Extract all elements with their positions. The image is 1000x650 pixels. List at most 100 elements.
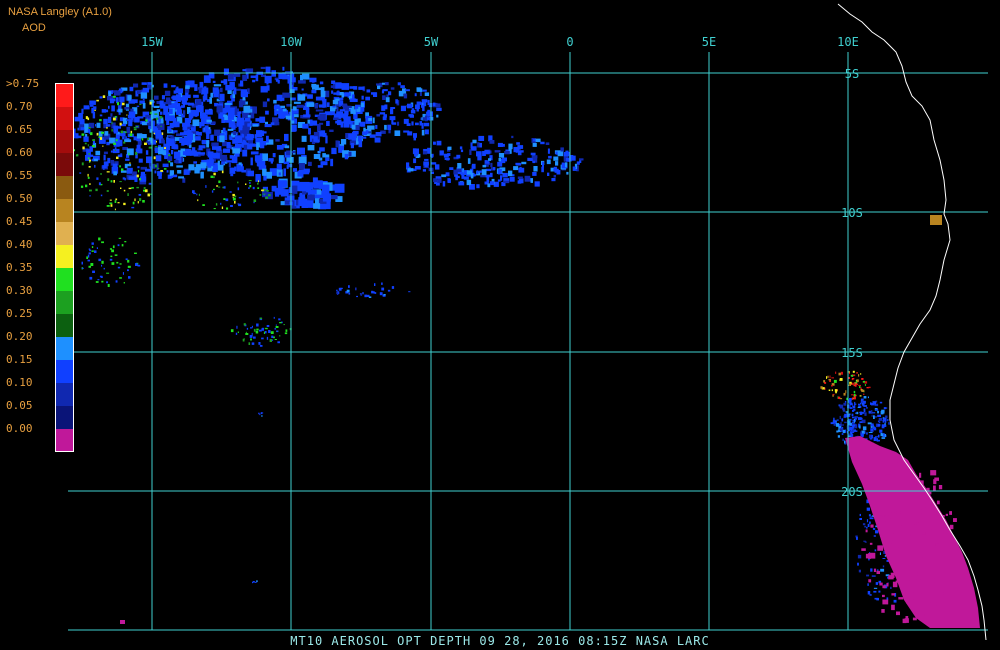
aod-pixel (852, 409, 855, 412)
aod-pixel (277, 79, 280, 84)
latitude-label: 5S (845, 67, 859, 81)
aod-pixel (237, 331, 239, 333)
aod-pixel (283, 324, 285, 326)
aod-pixel (839, 428, 844, 432)
aod-pixel (909, 590, 914, 593)
aod-pixel (576, 161, 580, 165)
aod-pixel (253, 199, 257, 202)
aod-pixel (515, 149, 518, 153)
aod-pixel (866, 526, 868, 529)
aod-pixel (862, 412, 865, 414)
aod-pixel (341, 104, 348, 107)
aod-pixel (91, 242, 94, 245)
aod-pixel (279, 335, 281, 337)
aod-pixel (298, 80, 306, 84)
aod-pixel (129, 86, 134, 92)
aod-pixel (442, 181, 446, 187)
aod-pixel (320, 90, 326, 98)
aod-pixel (103, 118, 108, 125)
aod-pixel (119, 165, 121, 168)
aod-pixel (279, 322, 282, 324)
aod-pixel (155, 155, 162, 162)
aod-pixel (335, 82, 342, 89)
aod-pixel (217, 186, 221, 188)
aod-pixel (141, 82, 147, 85)
aod-pixel (203, 75, 211, 83)
aod-pixel (223, 198, 226, 200)
aod-pixel (101, 131, 104, 134)
aod-pixel (122, 136, 125, 140)
aod-pixel (383, 114, 387, 118)
aod-pixel (890, 586, 892, 589)
aod-pixel (242, 74, 248, 81)
aod-pixel (890, 469, 896, 476)
aod-pixel (183, 110, 186, 116)
aod-pixel (265, 328, 268, 330)
aod-pixel (360, 121, 366, 127)
aod-pixel (96, 122, 101, 128)
aod-pixel (114, 254, 118, 256)
aod-pixel (278, 113, 285, 118)
aod-pixel (248, 180, 252, 182)
aod-pixel (264, 331, 267, 334)
aod-pixel (374, 292, 377, 294)
aod-pixel (260, 66, 266, 69)
aod-pixel (336, 292, 339, 295)
aod-pixel (268, 194, 271, 197)
aod-pixel (195, 164, 201, 171)
aod-pixel (238, 197, 242, 199)
aod-pixel (247, 172, 250, 174)
aod-pixel (415, 104, 420, 110)
aod-pixel (855, 416, 858, 419)
aod-pixel (111, 129, 113, 132)
aod-pixel (160, 170, 163, 172)
aod-pixel (245, 68, 254, 73)
aod-pixel (213, 208, 216, 210)
aod-pixel (86, 256, 88, 259)
aod-pixel (127, 269, 129, 272)
aod-pixel (547, 148, 550, 154)
aod-pixel (139, 103, 142, 105)
aod-pixel (579, 158, 584, 161)
aod-pixel (253, 328, 256, 332)
aod-pixel (103, 267, 105, 270)
aod-pixel (112, 163, 118, 170)
aod-pixel (194, 136, 201, 141)
aod-pixel (938, 485, 943, 490)
aod-pixel (311, 120, 318, 126)
aod-pixel (252, 581, 255, 583)
aod-pixel (198, 193, 200, 196)
aod-pixel (144, 189, 148, 193)
aod-pixel (220, 202, 222, 205)
aod-pixel (876, 503, 879, 509)
aod-pixel (867, 523, 870, 527)
aod-pixel (827, 375, 829, 378)
aod-pixel (99, 114, 103, 117)
aod-pixel (118, 108, 123, 113)
aod-pixel (497, 169, 502, 175)
aod-pixel (892, 581, 898, 588)
aod-pixel (177, 106, 182, 111)
aod-pixel (478, 135, 485, 141)
aod-pixel (103, 109, 108, 113)
aod-pixel (348, 292, 351, 295)
aod-pixel (397, 121, 400, 126)
aod-pixel (863, 540, 866, 542)
aod-pixel (202, 204, 205, 206)
aod-pixel (106, 281, 108, 284)
aod-pixel (218, 180, 221, 184)
aod-pixel (110, 113, 113, 117)
aod-pixel (148, 182, 152, 185)
aod-pixel (939, 535, 942, 541)
aod-pixel (128, 119, 133, 127)
aod-pixel (163, 105, 169, 114)
aod-pixel (199, 124, 202, 128)
aod-pixel (256, 130, 263, 138)
aod-pixel (322, 154, 330, 158)
aod-pixel (187, 130, 192, 134)
aod-pixel (481, 169, 487, 176)
aod-pixel (414, 93, 417, 97)
aod-pixel (159, 102, 164, 107)
aod-pixel (163, 83, 168, 88)
aod-pixel (134, 252, 137, 254)
